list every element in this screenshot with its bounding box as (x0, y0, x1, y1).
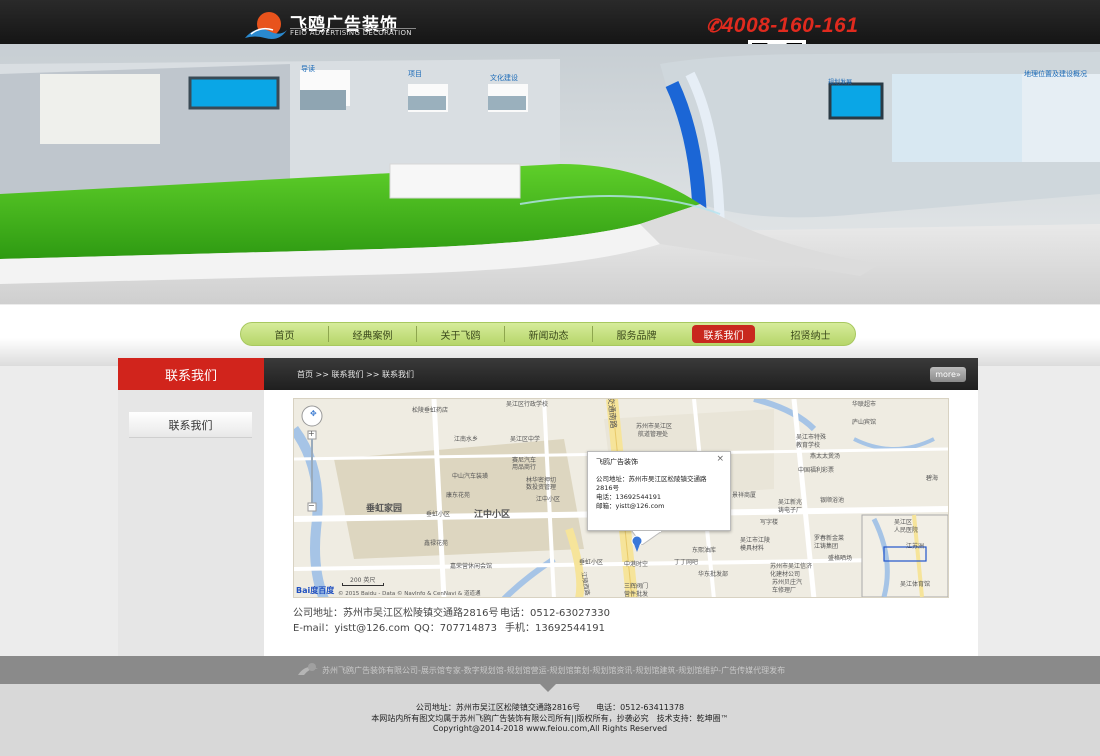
map-label: 中国福利彩票 (798, 467, 835, 474)
map-area-label: 垂虹家园 (366, 504, 403, 514)
nav-cases[interactable]: 经典案例 (329, 325, 416, 343)
nav-news[interactable]: 新闻动态 (505, 325, 592, 343)
map-label: 铸电子厂 (778, 507, 803, 514)
scale-bar (342, 583, 384, 586)
map-label: 东熙油库 (692, 547, 717, 554)
sidebar-title: 联系我们 (118, 358, 264, 390)
map-label: 鑫禄花苑 (424, 540, 449, 547)
map-label: 营件批发 (624, 591, 649, 598)
hotline-phone: ✆4008-160-161 (706, 14, 859, 37)
popup-address: 公司地址：苏州市吴江区松陵镇交通路2816号 (596, 475, 707, 492)
map-label: 松陵垂虹药店 (412, 407, 449, 414)
footer-address: 公司地址：苏州市吴江区松陵镇交通路2816号 电话：0512-63411378 (415, 703, 685, 712)
contact-email: E-mail：yistt@126.com (293, 623, 410, 634)
contact-address: 公司地址：苏州市吴江区松陵镇交通路2816号 (293, 608, 499, 619)
footer-logo-icon (298, 663, 318, 675)
banner-label-1: 导读 (301, 64, 315, 73)
map-label: 吴江区行政学校 (506, 401, 549, 408)
nav-services[interactable]: 服务品牌 (593, 325, 680, 343)
footer-rights: 本网站内所有图文均属于苏州飞鸥广告装饰有限公司所有||版权所有，抄袭必究 技术支… (371, 714, 729, 723)
more-button[interactable]: more» (930, 367, 966, 382)
map-label: 吴江区中学 (510, 436, 541, 443)
footer-slogan: 苏州飞鸥广告装饰有限公司-展示馆专家-数字规划馆-规划馆营运-规划馆策划-规划馆… (322, 666, 786, 675)
logo-icon[interactable] (243, 6, 287, 42)
map-label: 中港时空 (624, 561, 649, 568)
map-label: 人民医院 (894, 527, 919, 534)
map-label: 车修理厂 (772, 587, 797, 594)
map-label: 垂虹小区 (426, 511, 451, 518)
close-icon[interactable]: × (716, 455, 724, 464)
map-label: 康东花苑 (446, 492, 471, 499)
map-label: 数投资管理 (526, 484, 557, 491)
map-label: 庐山宾馆 (852, 419, 877, 426)
nav-contact[interactable]: 联系我们 (692, 325, 755, 343)
logo-subtext: FEIO ADVERTISING DECORATION (290, 29, 412, 37)
map-label: 景祥商厦 (732, 492, 757, 499)
map-label: 燕太太煲汤 (810, 453, 841, 460)
map-label: 丁丁网吧 (674, 559, 699, 566)
banner-label-3: 文化建设 (490, 73, 518, 82)
map-label: 华联超市 (852, 401, 877, 408)
map-area-label: 江中小区 (474, 510, 511, 520)
phone-icon: ✆ (706, 16, 722, 36)
sidebar-item-contact[interactable]: 联系我们 (129, 412, 252, 438)
baidu-logo[interactable]: Bai度百度 (296, 585, 334, 596)
contact-qq: QQ：707714873 (414, 623, 498, 634)
map-label: 用品商行 (512, 464, 537, 471)
banner-label-2: 项目 (408, 70, 422, 78)
map-label: 江苏洲 (906, 543, 925, 550)
popup-email: 邮箱：yistt@126.com (596, 502, 665, 510)
footer-copyright: Copyright@2014-2018 www.feiou.com,All Ri… (432, 724, 668, 733)
popup-phone: 电话：13692544191 (596, 493, 661, 501)
map-label: 写字楼 (760, 519, 779, 526)
map-label: 吴江体育馆 (900, 581, 931, 588)
breadcrumb[interactable]: 首页 >> 联系我们 >> 联系我们 (297, 369, 414, 380)
map-label: 盛格晒场 (828, 555, 853, 562)
nav-about[interactable]: 关于飞鸥 (417, 325, 504, 343)
map-label: 模具材料 (740, 545, 765, 552)
nav-careers[interactable]: 招贤纳士 (767, 325, 854, 343)
map-label: 江南水乡 (454, 436, 479, 443)
map-label: 垂虹小区 (579, 559, 604, 566)
map-label: 中山汽车装璜 (452, 473, 489, 480)
location-marker-icon[interactable] (631, 535, 643, 553)
map-label: 华东批发部 (698, 571, 729, 578)
map-label: 江中小区 (536, 496, 561, 503)
map-label: 嘉荣营休闲会馆 (450, 563, 493, 570)
popup-title: 飞鸥广告装饰 (596, 458, 638, 466)
hero-banner: 导读 项目 文化建设 规划发展 地理位置及建设概况 (0, 44, 1100, 304)
banner-label-5: 地理位置及建设概况 (1024, 69, 1087, 78)
nav-home[interactable]: 首页 (241, 325, 328, 343)
footer-arrow-icon (540, 684, 556, 692)
baidu-map[interactable]: ✥ + − 松陵垂虹药店 吴江区行政学校 苏州市吴江区 航道管理处 华联超市 庐… (293, 398, 949, 598)
contact-mobile: 手机：13692544191 (505, 623, 605, 634)
map-label: 航道管理处 (638, 431, 669, 438)
map-label: 教育学校 (796, 442, 821, 449)
zoom-out-button[interactable]: − (308, 501, 315, 510)
banner-label-4: 规划发展 (828, 78, 852, 86)
map-copyright: © 2015 Baidu - Data © NavInfo & CenNavi … (338, 591, 481, 597)
map-label: 银顺浴池 (820, 497, 845, 504)
map-info-window: 飞鸥广告装饰 公司地址：苏州市吴江区松陵镇交通路2816号 电话：1369254… (587, 451, 731, 531)
zoom-in-button[interactable]: + (308, 429, 315, 438)
map-label: 碧海 (926, 475, 939, 482)
map-pan-icon[interactable]: ✥ (310, 409, 317, 418)
contact-tel: 电话：0512-63027330 (500, 608, 610, 619)
top-header (0, 0, 1100, 44)
map-label: 江铸集团 (814, 543, 839, 550)
exhibition-hall-image: 导读 项目 文化建设 规划发展 地理位置及建设概况 (0, 44, 1100, 304)
main-nav: 首页 经典案例 关于飞鸥 新闻动态 服务品牌 联系我们 招贤纳士 (240, 322, 856, 346)
